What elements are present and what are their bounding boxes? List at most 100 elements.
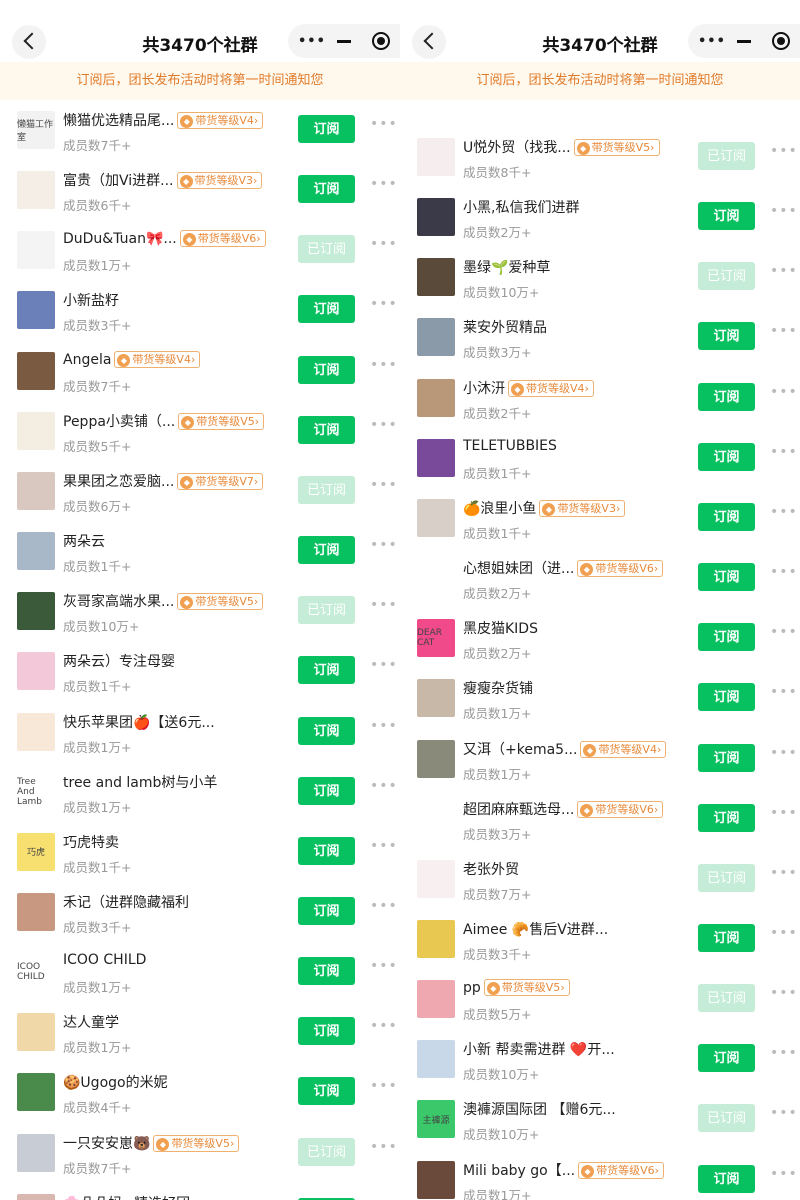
sales-level-badge[interactable]: ◆ 带货等级V7› xyxy=(177,472,264,490)
more-options-icon[interactable]: ••• xyxy=(770,263,798,279)
minimize-icon[interactable] xyxy=(337,40,351,43)
community-row[interactable]: 小新盐籽 成员数3千+ 订阅 ••• xyxy=(0,280,400,340)
community-row[interactable]: ICOO CHILD ICOO CHILD 成员数1万+ 订阅 ••• xyxy=(0,942,400,1002)
more-options-icon[interactable]: ••• xyxy=(770,564,798,580)
more-options-icon[interactable]: ••• xyxy=(770,865,798,881)
more-options-icon[interactable]: ••• xyxy=(770,805,798,821)
group-avatar[interactable] xyxy=(417,919,455,958)
group-avatar[interactable] xyxy=(417,138,455,176)
group-avatar[interactable] xyxy=(17,171,55,210)
more-options-icon[interactable]: ••• xyxy=(770,925,798,941)
subscribe-button[interactable]: 订阅 xyxy=(298,415,355,444)
more-options-icon[interactable]: ••• xyxy=(770,323,798,339)
community-row[interactable]: Angela ◆ 带货等级V4› 成员数7千+ 订阅 ••• xyxy=(0,341,400,401)
more-options-icon[interactable]: ••• xyxy=(370,296,398,312)
community-row[interactable]: 小黑,私信我们进群 成员数2万+ 订阅 ••• xyxy=(400,187,800,247)
community-row[interactable]: Mili baby go【... ◆ 带货等级V6› 成员数1万+ 订阅 ••• xyxy=(400,1150,800,1200)
group-avatar[interactable]: 主褲源 xyxy=(417,1100,455,1139)
community-row[interactable]: 老张外贸 成员数7万+ 已订阅 ••• xyxy=(400,849,800,909)
community-row[interactable]: 灰哥家高端水果... ◆ 带货等级V5› 成员数10万+ 已订阅 ••• xyxy=(0,581,400,641)
subscribed-button[interactable]: 已订阅 xyxy=(698,863,755,892)
sales-level-badge[interactable]: ◆ 带货等级V6› xyxy=(577,800,664,818)
subscribed-button[interactable]: 已订阅 xyxy=(698,1104,755,1133)
community-row[interactable]: Aimee 🥐售后V进群... 成员数3千+ 订阅 ••• xyxy=(400,909,800,969)
subscribe-button[interactable]: 订阅 xyxy=(298,957,355,986)
more-options-icon[interactable]: ••• xyxy=(770,745,798,761)
subscribe-button[interactable]: 订阅 xyxy=(698,202,755,231)
community-row[interactable]: 又洱（+kema5... ◆ 带货等级V4› 成员数1万+ 订阅 ••• xyxy=(400,729,800,789)
more-options-icon[interactable]: ••• xyxy=(370,116,398,132)
subscribe-button[interactable]: 订阅 xyxy=(698,923,755,952)
subscribe-button[interactable]: 订阅 xyxy=(698,1044,755,1073)
sales-level-badge[interactable]: ◆ 带货等级V5› xyxy=(153,1134,240,1152)
community-row[interactable]: DuDu&Tuan🎀... ◆ 带货等级V6› 成员数1万+ 已订阅 ••• xyxy=(0,220,400,280)
group-avatar[interactable] xyxy=(17,351,55,390)
more-options-icon[interactable]: ••• xyxy=(770,1045,798,1061)
more-options-icon[interactable]: ••• xyxy=(370,537,398,553)
more-options-icon[interactable]: ••• xyxy=(370,838,398,854)
more-options-icon[interactable]: ••• xyxy=(770,444,798,460)
group-avatar[interactable] xyxy=(417,559,455,598)
back-button[interactable] xyxy=(12,25,46,59)
community-row[interactable]: 两朵云）专注母婴 成员数1千+ 订阅 ••• xyxy=(0,641,400,701)
sales-level-badge[interactable]: ◆ 带货等级V5› xyxy=(483,979,570,997)
close-target-icon[interactable] xyxy=(772,32,790,50)
group-avatar[interactable] xyxy=(17,712,55,751)
community-row[interactable]: 心想姐妹团（进... ◆ 带货等级V6› 成员数2万+ 订阅 ••• xyxy=(400,548,800,608)
more-options-icon[interactable]: ••• xyxy=(370,417,398,433)
subscribe-button[interactable]: 订阅 xyxy=(698,623,755,652)
community-row[interactable]: 🍪Ugogo的米妮 成员数4千+ 订阅 ••• xyxy=(0,1062,400,1122)
group-avatar[interactable] xyxy=(417,1040,455,1079)
group-avatar[interactable] xyxy=(417,198,455,237)
community-row[interactable]: Peppa小卖铺（... ◆ 带货等级V5› 成员数5千+ 订阅 ••• xyxy=(0,401,400,461)
group-avatar[interactable] xyxy=(17,411,55,450)
subscribe-button[interactable]: 订阅 xyxy=(298,1077,355,1106)
more-options-icon[interactable]: ••• xyxy=(770,1166,798,1182)
sales-level-badge[interactable]: ◆ 带货等级V4› xyxy=(580,740,667,758)
more-options-icon[interactable]: ••• xyxy=(770,624,798,640)
community-row[interactable]: 达人童学 成员数1万+ 订阅 ••• xyxy=(0,1002,400,1062)
sales-level-badge[interactable]: ◆ 带货等级V5› xyxy=(178,412,265,430)
community-row[interactable]: 墨绿🌱爱种草 成员数10万+ 已订阅 ••• xyxy=(400,247,800,307)
sales-level-badge[interactable]: ◆ 带货等级V4› xyxy=(114,350,201,368)
community-row[interactable]: 果果团之恋爱脑... ◆ 带货等级V7› 成员数6万+ 已订阅 ••• xyxy=(0,461,400,521)
community-row[interactable]: 主褲源 澳褲源国际团 【赠6元... 成员数10万+ 已订阅 ••• xyxy=(400,1089,800,1149)
sales-level-badge[interactable]: ◆ 带货等级V5› xyxy=(573,139,660,156)
community-row[interactable]: 瘦瘦杂货铺 成员数1万+ 订阅 ••• xyxy=(400,668,800,728)
group-avatar[interactable]: DEAR CAT xyxy=(417,619,455,658)
subscribe-button[interactable]: 订阅 xyxy=(698,382,755,411)
community-row[interactable]: 快乐苹果团🍎【送6元... 成员数1万+ 订阅 ••• xyxy=(0,702,400,762)
subscribe-button[interactable]: 订阅 xyxy=(698,563,755,592)
close-target-icon[interactable] xyxy=(372,32,390,50)
group-avatar[interactable] xyxy=(17,892,55,931)
community-row[interactable]: 莱安外贸精品 成员数3万+ 订阅 ••• xyxy=(400,307,800,367)
more-options-icon[interactable]: ••• xyxy=(370,657,398,673)
group-avatar[interactable] xyxy=(17,592,55,631)
back-button[interactable] xyxy=(412,25,446,59)
group-avatar[interactable] xyxy=(17,231,55,270)
sales-level-badge[interactable]: ◆ 带货等级V6› xyxy=(179,230,266,248)
subscribe-button[interactable]: 订阅 xyxy=(698,442,755,471)
more-options-icon[interactable]: ••• xyxy=(370,477,398,493)
community-row[interactable]: TELETUBBIES 成员数1千+ 订阅 ••• xyxy=(400,428,800,488)
subscribed-button[interactable]: 已订阅 xyxy=(298,475,355,504)
more-options-icon[interactable]: ••• xyxy=(770,684,798,700)
group-avatar[interactable] xyxy=(17,471,55,510)
subscribe-button[interactable]: 订阅 xyxy=(298,776,355,805)
subscribe-button[interactable]: 订阅 xyxy=(298,355,355,384)
group-avatar[interactable] xyxy=(17,1013,55,1052)
more-options-icon[interactable]: ••• xyxy=(370,898,398,914)
group-avatar[interactable] xyxy=(17,532,55,571)
group-avatar[interactable] xyxy=(417,799,455,838)
group-avatar[interactable]: 懒猫工作室 xyxy=(17,111,55,149)
community-row[interactable]: 小新 帮卖需进群 ❤️开... 成员数10万+ 订阅 ••• xyxy=(400,1029,800,1089)
more-options-icon[interactable]: ••• xyxy=(370,958,398,974)
group-avatar[interactable] xyxy=(417,258,455,297)
group-avatar[interactable] xyxy=(417,378,455,417)
more-options-icon[interactable]: ••• xyxy=(370,357,398,373)
subscribe-button[interactable]: 订阅 xyxy=(298,716,355,745)
community-row[interactable]: Tree And Lamb tree and lamb树与小羊 成员数1万+ 订阅 ••… xyxy=(0,762,400,822)
community-row[interactable]: 巧虎 巧虎特卖 成员数1千+ 订阅 ••• xyxy=(0,822,400,882)
community-row[interactable]: 富贵（加Vi进群... ◆ 带货等级V3› 成员数6千+ 订阅 ••• xyxy=(0,160,400,220)
more-options-icon[interactable]: ••• xyxy=(770,143,798,159)
